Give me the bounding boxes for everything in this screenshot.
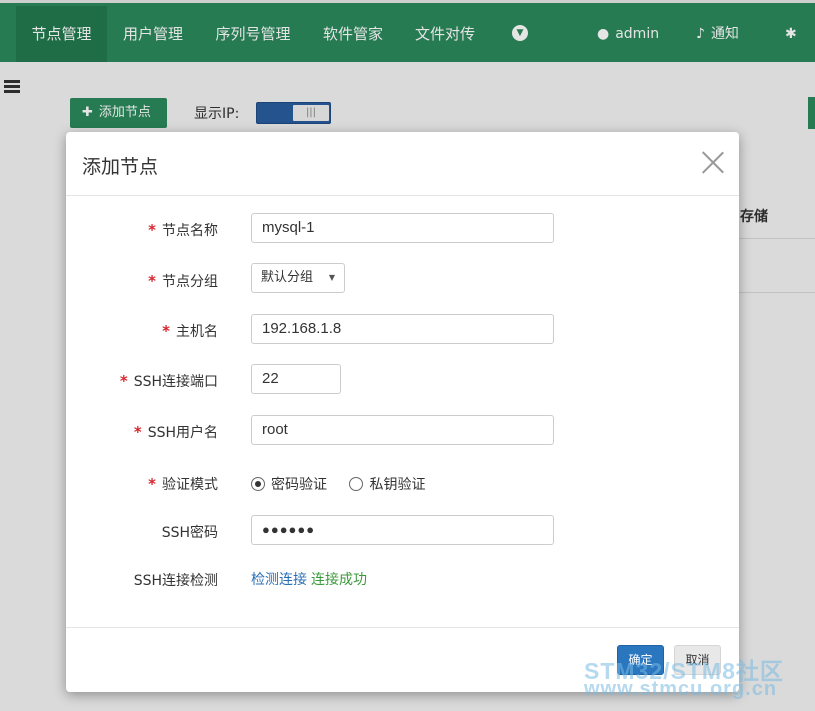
ssh-password-input[interactable]: ●●●●●● [251, 515, 554, 545]
node-name-row: * 节点名称 mysql-1 [66, 212, 739, 246]
dialog-title: 添加节点 [82, 156, 159, 178]
ssh-user-input[interactable]: root [251, 415, 554, 445]
ssh-password-label: SSH密码 [161, 525, 218, 541]
close-icon[interactable] [701, 150, 725, 174]
node-name-label: * 节点名称 [148, 221, 218, 239]
ssh-user-row: * SSH用户名 root [66, 414, 739, 448]
hostname-input[interactable]: 192.168.1.8 [251, 314, 554, 344]
add-node-dialog: 添加节点 * 节点名称 mysql-1 * 节点分组 默认分组 ▼ * 主机名 192.… [66, 132, 739, 692]
ssh-user-label: * SSH用户名 [133, 423, 218, 441]
node-group-label: * 节点分组 [148, 272, 218, 290]
ssh-port-input[interactable]: 22 [251, 364, 341, 394]
node-group-select[interactable]: 默认分组 ▼ [251, 263, 345, 293]
connection-status: 连接成功 [311, 572, 367, 588]
ssh-check-row: SSH连接检测 检测连接 连接成功 [66, 562, 739, 596]
auth-mode-row: * 验证模式 密码验证 私钥验证 [66, 466, 739, 500]
hostname-row: * 主机名 192.168.1.8 [66, 313, 739, 347]
radio-checked-icon[interactable] [251, 477, 265, 491]
ssh-check-area: 检测连接 连接成功 [251, 569, 367, 589]
caret-down-icon: ▼ [328, 273, 335, 282]
check-connection-link[interactable]: 检测连接 [251, 572, 307, 588]
auth-mode-label: * 验证模式 [148, 475, 218, 493]
auth-key-option[interactable]: 私钥验证 [349, 477, 425, 493]
ssh-port-label: * SSH连接端口 [119, 372, 218, 390]
ssh-check-label: SSH连接检测 [133, 573, 218, 589]
auth-mode-radio-group: 密码验证 私钥验证 [251, 474, 443, 494]
node-name-input[interactable]: mysql-1 [251, 213, 554, 243]
ssh-password-row: SSH密码 ●●●●●● [66, 514, 739, 548]
watermark-line2: www.stmcu.org.cn [584, 678, 778, 700]
hostname-label: * 主机名 [162, 322, 218, 340]
ssh-port-row: * SSH连接端口 22 [66, 363, 739, 397]
dialog-header: 添加节点 [66, 132, 739, 196]
dialog-footer-divider [66, 627, 739, 628]
radio-unchecked-icon[interactable] [349, 477, 364, 491]
node-group-row: * 节点分组 默认分组 ▼ [66, 263, 739, 297]
auth-password-option[interactable]: 密码验证 [251, 477, 327, 493]
